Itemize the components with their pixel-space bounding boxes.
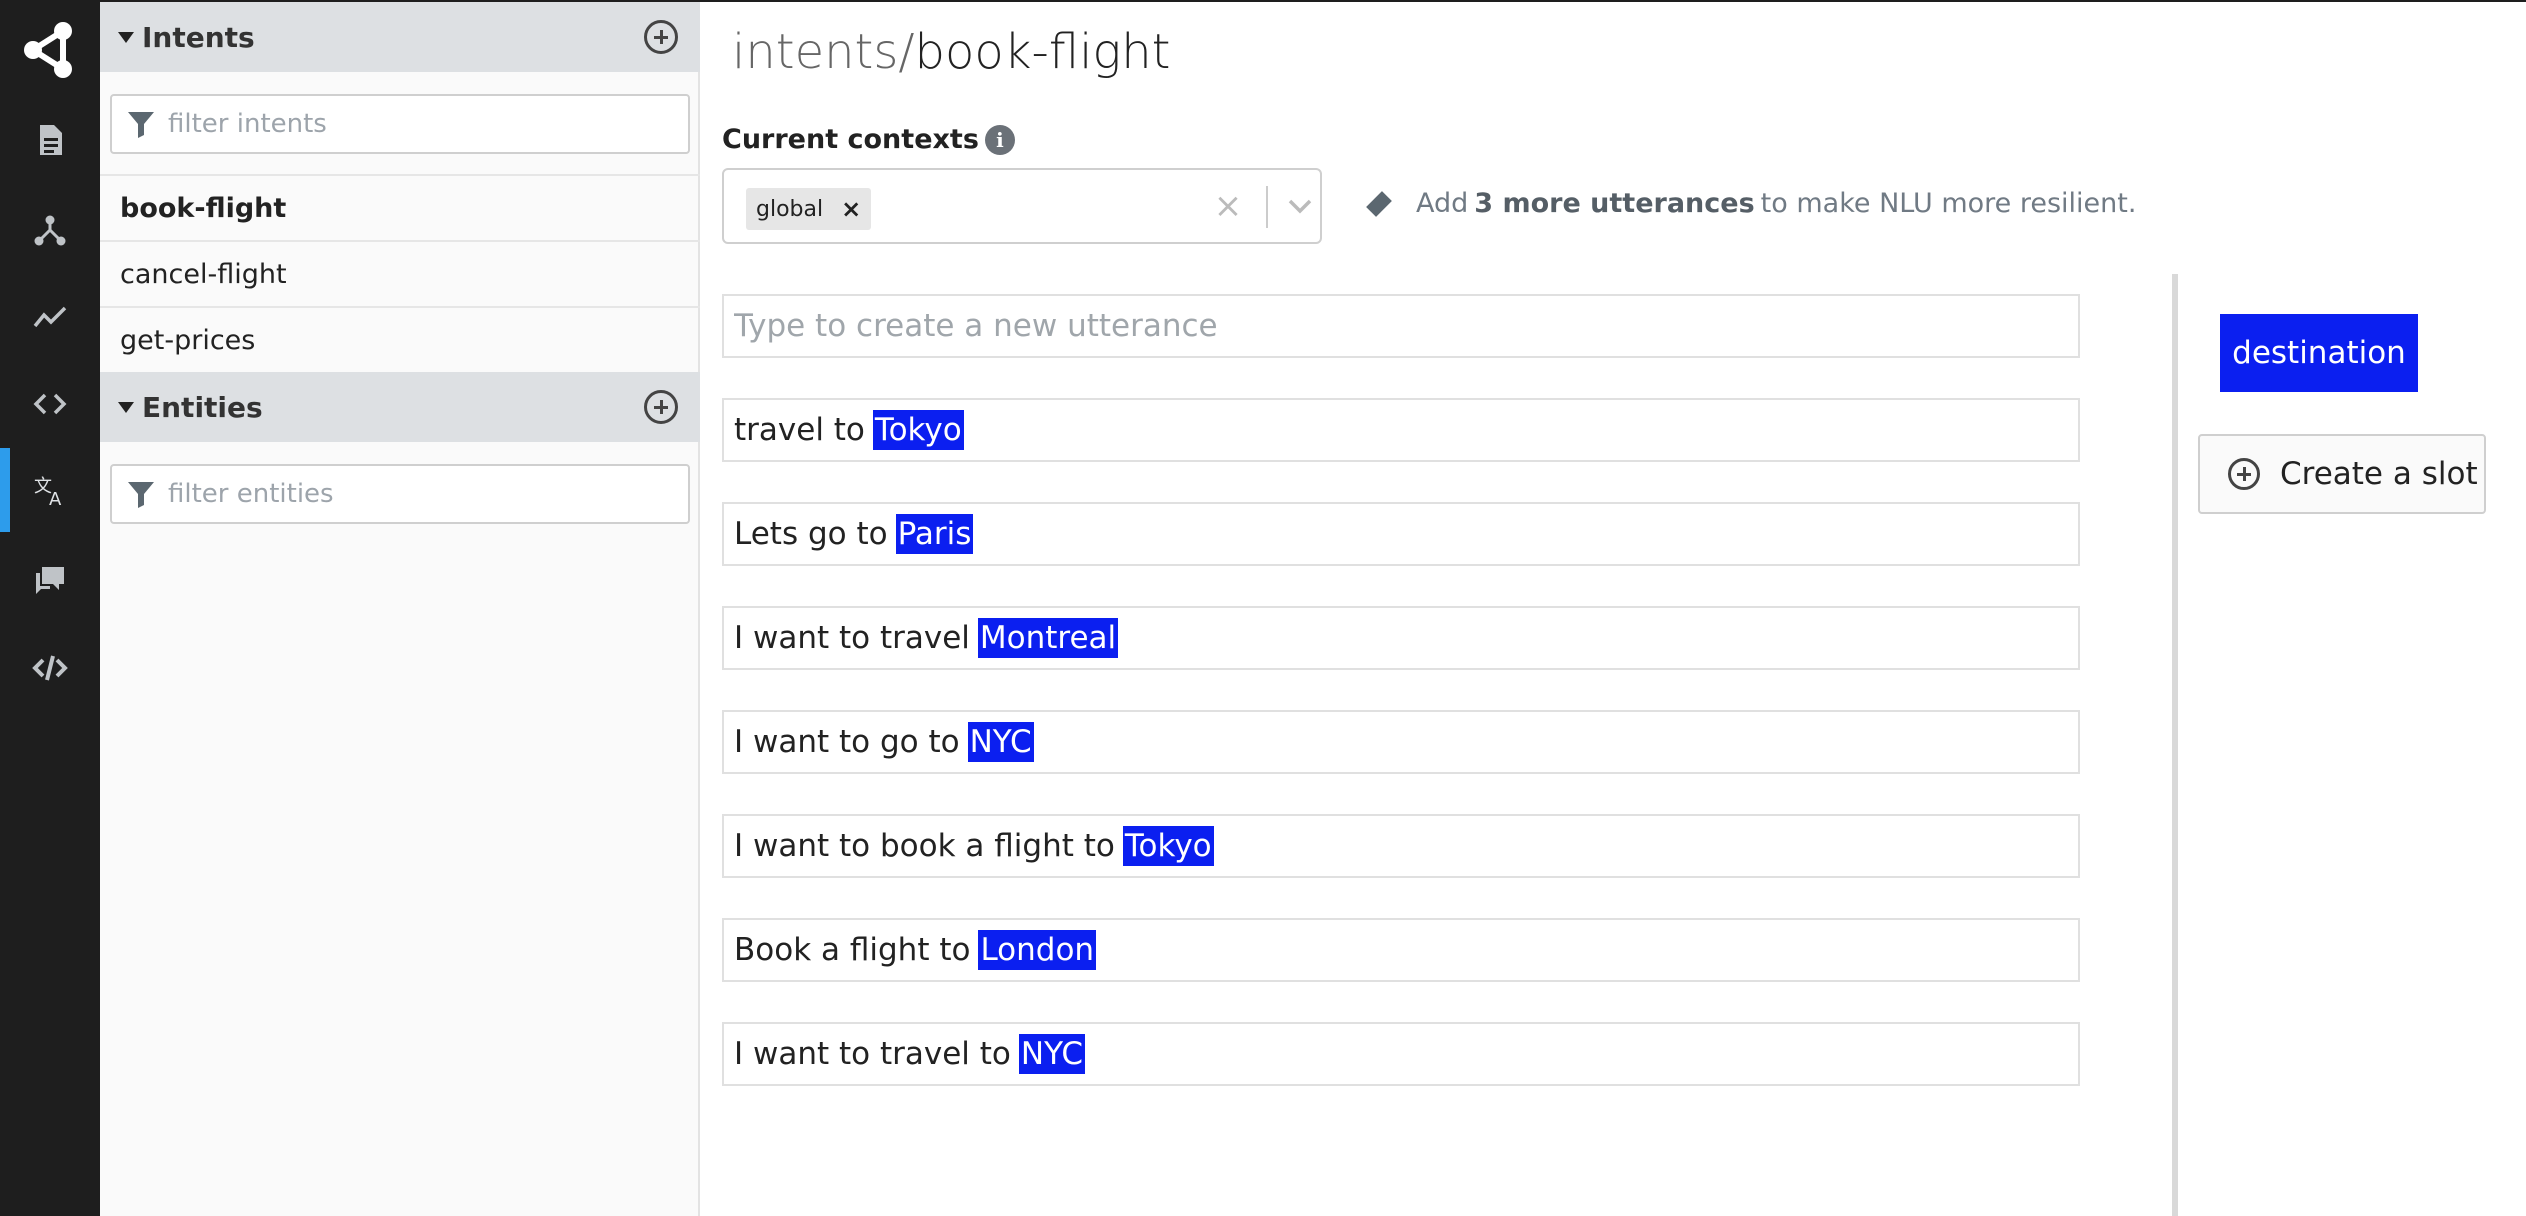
context-tag-label: global — [756, 196, 824, 222]
filter-intents-input[interactable] — [168, 104, 668, 144]
add-entity-icon[interactable] — [644, 390, 678, 424]
utterance-text: I want to travel to — [734, 1036, 1011, 1072]
entity-highlight[interactable]: Montreal — [977, 618, 1119, 658]
intents-title: Intents — [142, 20, 255, 54]
clear-icon[interactable]: × — [1208, 186, 1248, 226]
flow-diagram-icon[interactable] — [0, 188, 100, 272]
new-utterance-input[interactable] — [722, 294, 2080, 358]
info-icon[interactable]: i — [984, 124, 1015, 155]
slot-tag-destination[interactable]: destination — [2220, 314, 2418, 392]
intent-item-cancel-flight[interactable]: cancel-flight — [100, 240, 700, 306]
create-slot-button[interactable]: Create a slot — [2198, 434, 2486, 514]
title-prefix: intents/ — [732, 24, 915, 80]
funnel-icon — [128, 112, 154, 138]
contexts-label-text: Current contexts — [722, 124, 979, 155]
svg-text:A: A — [49, 489, 62, 508]
utterance-text: I want to go to — [734, 724, 960, 760]
title-intent-name: book-flight — [914, 24, 1171, 80]
utterance-text: I want to travel — [734, 620, 970, 656]
analytics-line-icon[interactable] — [0, 274, 100, 358]
utterance-row[interactable]: Book a flight to London — [722, 918, 2080, 982]
translate-icon[interactable]: 文A — [0, 448, 100, 532]
entity-highlight[interactable]: Tokyo — [872, 410, 964, 450]
utterance-row[interactable]: I want to travel to NYC — [722, 1022, 2080, 1086]
utterance-row[interactable]: I want to go to NYC — [722, 710, 2080, 774]
contexts-select[interactable]: global × × — [722, 168, 1322, 244]
entities-header[interactable]: Entities — [100, 372, 700, 442]
entity-highlight[interactable]: Tokyo — [1122, 826, 1214, 866]
remove-tag-icon[interactable]: × — [841, 195, 861, 223]
funnel-icon — [128, 482, 154, 508]
select-divider — [1266, 186, 1268, 228]
intent-item-book-flight[interactable]: book-flight — [100, 174, 700, 240]
intent-item-get-prices[interactable]: get-prices — [100, 306, 700, 372]
entity-highlight[interactable]: NYC — [967, 722, 1034, 762]
utterance-row[interactable]: I want to travel Montreal — [722, 606, 2080, 670]
diamond-icon — [1366, 190, 1392, 217]
create-slot-label: Create a slot — [2280, 456, 2478, 492]
utterance-text: Lets go to — [734, 516, 888, 552]
slots-divider[interactable] — [2172, 274, 2178, 1216]
utterance-row[interactable]: travel to Tokyo — [722, 398, 2080, 462]
add-intent-icon[interactable] — [644, 20, 678, 54]
code-brackets-icon[interactable] — [0, 362, 100, 446]
utterance-row[interactable]: I want to book a flight to Tokyo — [722, 814, 2080, 878]
hint-bold: 3 more utterances — [1474, 188, 1755, 219]
share-network-icon[interactable] — [0, 8, 100, 92]
entity-highlight[interactable]: London — [978, 930, 1097, 970]
filter-entities-field[interactable] — [110, 464, 690, 524]
entity-highlight[interactable]: NYC — [1018, 1034, 1085, 1074]
hint-post: to make NLU more resilient. — [1760, 188, 2137, 219]
caret-down-icon[interactable] — [118, 401, 134, 413]
page-title: intents/book-flight — [732, 24, 1170, 80]
chat-bubbles-icon[interactable] — [0, 538, 100, 622]
contexts-label: Current contexts i — [722, 124, 1015, 155]
entity-highlight[interactable]: Paris — [895, 514, 974, 554]
intents-header[interactable]: Intents — [100, 2, 700, 72]
caret-down-icon[interactable] — [118, 31, 134, 43]
slashed-code-icon[interactable] — [0, 626, 100, 710]
utterance-text: Book a flight to — [734, 932, 971, 968]
chevron-down-icon[interactable] — [1280, 184, 1320, 228]
plus-circle-icon — [2228, 458, 2260, 490]
hint-pre: Add — [1416, 188, 1469, 219]
utterance-text: I want to book a flight to — [734, 828, 1115, 864]
entities-title: Entities — [142, 390, 263, 424]
intent-editor: intents/book-flight Current contexts i g… — [702, 2, 2526, 1216]
nav-rail: 文A — [0, 2, 100, 1216]
filter-entities-input[interactable] — [168, 474, 668, 514]
intents-entities-panel: Intents book-flight cancel-flight get-pr… — [100, 2, 700, 1216]
utterance-text: travel to — [734, 412, 865, 448]
context-tag: global × — [746, 188, 872, 230]
document-icon[interactable] — [0, 98, 100, 182]
utterance-hint: Add 3 more utterances to make NLU more r… — [1366, 188, 2136, 219]
filter-intents-field[interactable] — [110, 94, 690, 154]
utterance-row[interactable]: Lets go to Paris — [722, 502, 2080, 566]
